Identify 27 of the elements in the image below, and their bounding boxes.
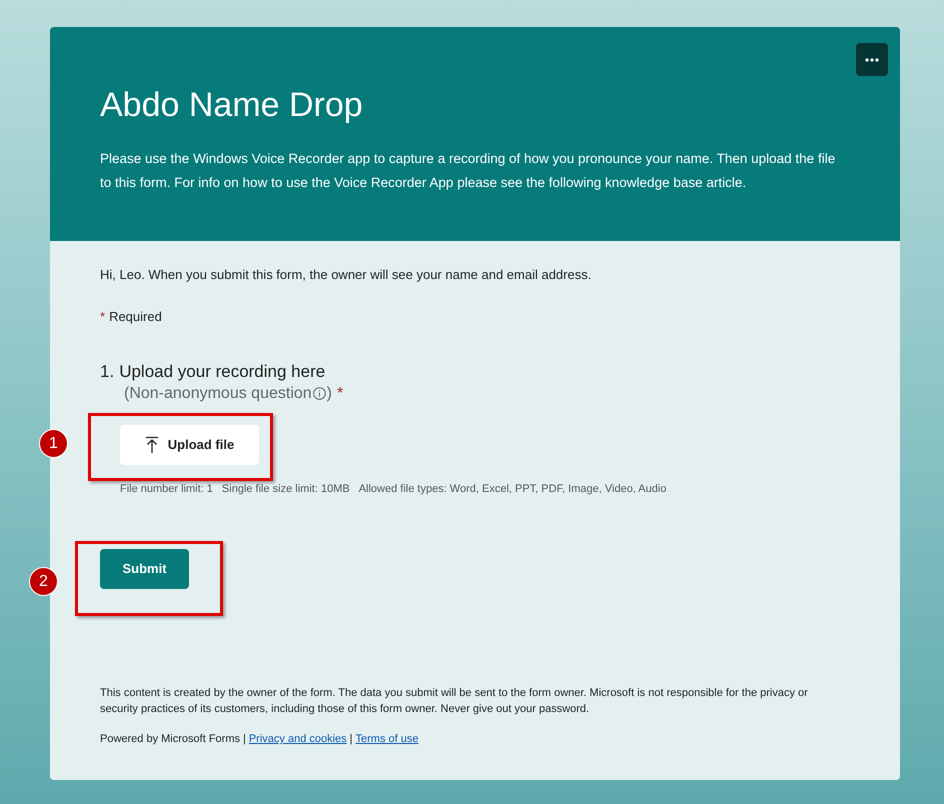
file-limit-text: Allowed file types: Word, Excel, PPT, PDF, Image, Video, Audio (358, 482, 666, 496)
privacy-link[interactable]: Privacy and cookies (248, 731, 347, 748)
file-limit-text: Single file size limit: 10MB (222, 482, 350, 496)
form-title: Abdo Name Drop (100, 85, 364, 125)
step-badge: 1 (39, 429, 68, 458)
question-title: Upload your recording here (119, 360, 326, 382)
file-limit-text: File number limit: 1 (120, 482, 213, 496)
step-badge: 2 (29, 567, 58, 596)
upload-file-button[interactable]: Upload file (120, 424, 259, 464)
powered-by-text: Powered by Microsoft Forms (100, 732, 240, 747)
more-icon (865, 58, 879, 62)
privacy-notice: Hi, Leo. When you submit this form, the owner will see your name and email address. (100, 266, 592, 284)
upload-icon (144, 436, 159, 454)
required-asterisk: * (337, 384, 344, 404)
separator: | (350, 732, 353, 747)
question-number: 1. (100, 360, 114, 382)
required-label: Required (109, 308, 162, 326)
terms-link[interactable]: Terms of use (356, 731, 418, 748)
question-subtitle-end: ) (326, 384, 332, 404)
more-options-button[interactable] (856, 43, 888, 76)
separator: | (242, 732, 246, 747)
submit-button[interactable]: Submit (100, 549, 189, 589)
required-asterisk: * (100, 308, 106, 326)
form-description: Please use the Windows Voice Recorder app to capture a recording of how you pronounce your name. Then upload the file to this form. For info on how to use the Voice Recorder App please see the following knowledge base article. (100, 150, 836, 192)
disclaimer-text: This content is created by the owner of the form. The data you submit will be sent to the form owner. Microsoft is not responsible for the privacy or security practices of its customers, including those of this form owner. Never give out your password. (100, 686, 809, 717)
question-subtitle: (Non-anonymous question (124, 384, 312, 404)
info-icon (312, 387, 326, 400)
